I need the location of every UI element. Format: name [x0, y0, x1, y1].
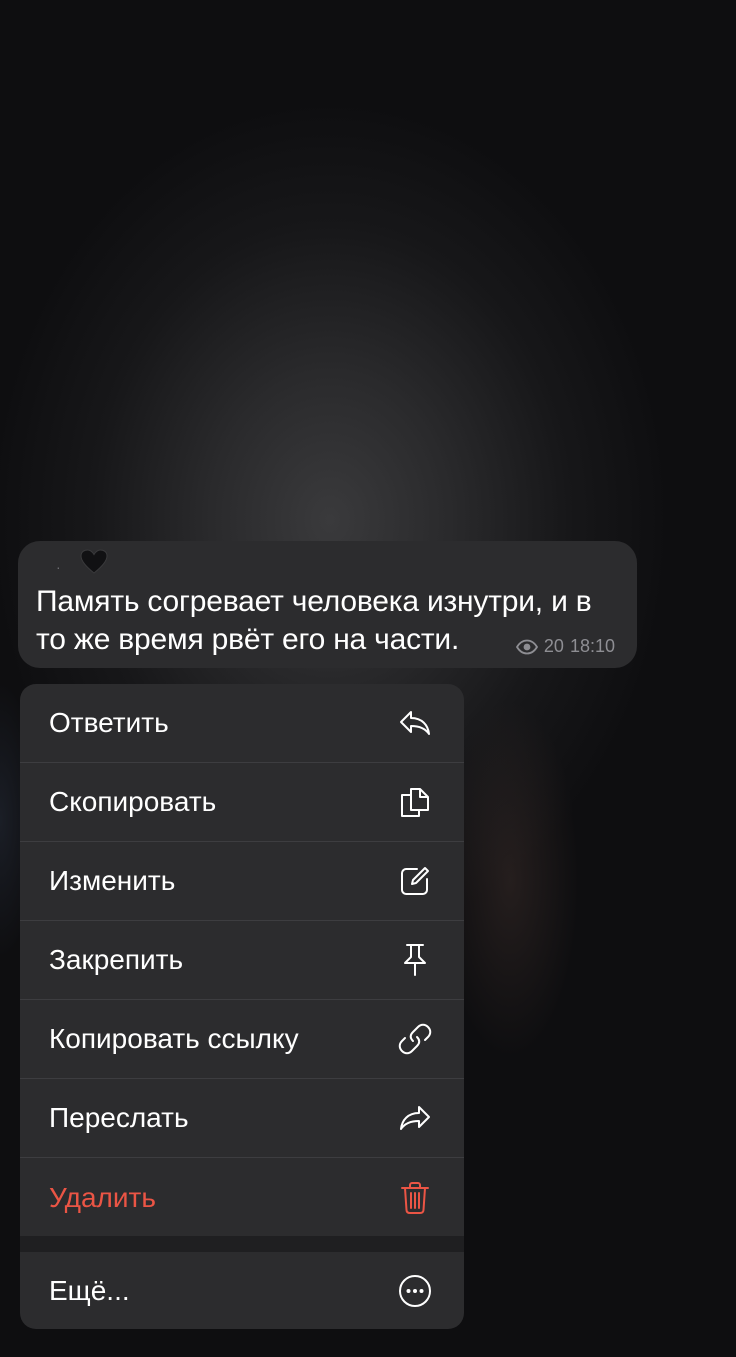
context-menu: Ответить Скопировать Изменить Закрепить — [20, 684, 464, 1237]
menu-item-forward[interactable]: Переслать — [20, 1079, 464, 1158]
menu-item-label: Удалить — [49, 1181, 156, 1213]
view-count: 20 — [543, 636, 564, 656]
forward-icon — [398, 1101, 432, 1135]
menu-item-label: Изменить — [49, 865, 176, 896]
message-bubble[interactable]: · Память согревает человека изнутри, и в… — [18, 541, 637, 668]
menu-item-more[interactable]: Ещё... — [20, 1252, 464, 1329]
trash-icon — [398, 1181, 432, 1215]
menu-item-label: Закрепить — [49, 944, 184, 975]
menu-item-reply[interactable]: Ответить — [20, 684, 464, 763]
pin-icon — [398, 943, 432, 977]
menu-item-label: Переслать — [49, 1102, 189, 1133]
edit-icon — [398, 864, 432, 898]
more-icon — [398, 1274, 432, 1308]
copy-icon — [398, 785, 432, 819]
black-heart-icon[interactable] — [80, 549, 108, 582]
reaction-dot: · — [56, 559, 61, 575]
menu-separator — [20, 1236, 464, 1252]
menu-item-copy[interactable]: Скопировать — [20, 763, 464, 842]
menu-item-copy-link[interactable]: Копировать ссылку — [20, 1000, 464, 1079]
message-time: 18:10 — [569, 636, 615, 656]
menu-item-label: Копировать ссылку — [49, 1023, 299, 1054]
menu-item-label: Ещё... — [49, 1274, 130, 1306]
link-icon — [398, 1022, 432, 1056]
eye-icon — [515, 639, 538, 655]
menu-item-label: Скопировать — [49, 786, 217, 817]
menu-item-label: Ответить — [49, 707, 169, 738]
menu-item-edit[interactable]: Изменить — [20, 842, 464, 921]
menu-item-pin[interactable]: Закрепить — [20, 921, 464, 1000]
message-meta: 20 18:10 — [515, 636, 615, 657]
reply-icon — [398, 706, 432, 740]
menu-item-delete[interactable]: Удалить — [20, 1158, 464, 1237]
